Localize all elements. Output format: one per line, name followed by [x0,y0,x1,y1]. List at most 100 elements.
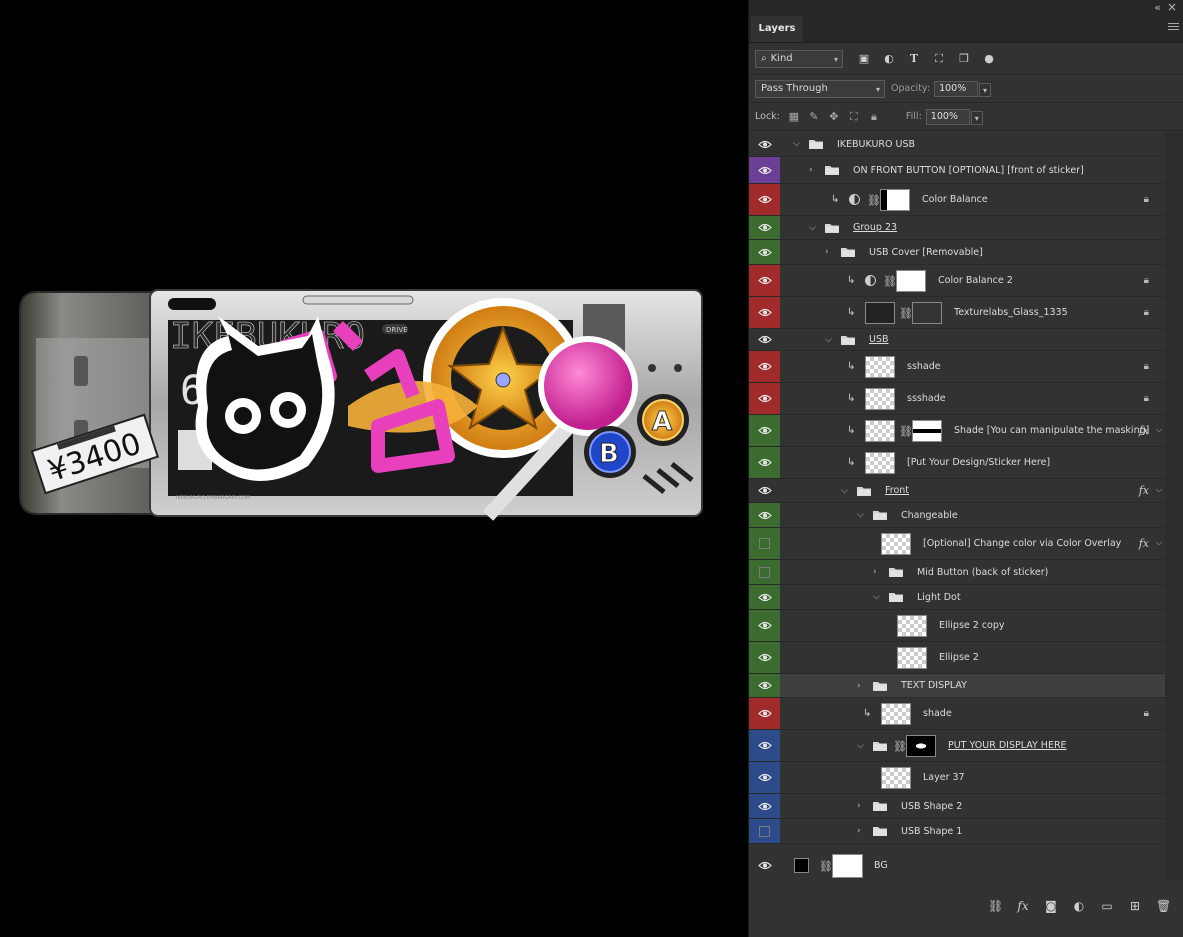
filter-toggle-icon[interactable]: ● [982,52,996,66]
layer-style-icon[interactable]: fx [1016,899,1030,913]
opacity-dropdown-icon[interactable]: ▾ [979,82,992,97]
visibility-eye-icon[interactable] [749,730,780,761]
layer-name[interactable]: Light Dot [917,585,961,609]
layer-row[interactable]: ⌵ IKEBUKURO USB [749,132,1165,157]
tab-layers[interactable]: Layers [751,16,803,42]
visibility-eye-icon[interactable] [749,415,780,446]
layer-thumbnail[interactable] [865,419,895,442]
layer-name[interactable]: PUT YOUR DISPLAY HERE [948,730,1067,761]
chevron-down-icon[interactable]: ⌵ [857,730,864,761]
mask-thumbnail[interactable] [896,269,926,292]
color-swatch[interactable] [794,857,809,873]
layer-name[interactable]: [Optional] Change color via Color Overla… [923,528,1121,559]
chevron-down-icon[interactable]: ⌵ [825,329,832,350]
layer-row[interactable]: Ellipse 2 copy [749,610,1165,642]
layer-thumbnail[interactable] [865,301,895,324]
layer-row[interactable]: ↳ shade 🔒︎ [749,698,1165,730]
document-canvas[interactable]: IKEBUKURO DRIVE 64GB IKEBUKURO.EMBARGAIN… [0,0,748,937]
layer-name[interactable]: Layer 37 [923,762,965,793]
layer-row[interactable]: › Mid Button (back of sticker) [749,560,1165,585]
chevron-right-icon[interactable]: › [857,819,861,843]
new-adjustment-icon[interactable]: ◐ [1072,899,1086,913]
layer-row[interactable]: ↳ ⛓ Color Balance 2 🔒︎ [749,265,1165,297]
layer-name[interactable]: Color Balance [922,184,988,215]
add-mask-icon[interactable]: ◙ [1044,899,1058,913]
visibility-eye-icon[interactable] [749,698,780,729]
mask-thumbnail[interactable] [880,188,910,211]
layer-effects-icon[interactable]: fx [1139,484,1149,497]
effects-chevron-icon[interactable]: ⌵ [1156,538,1162,548]
visibility-eye-icon[interactable] [749,351,780,382]
layer-row[interactable]: ⌵ Changeable [749,503,1165,528]
mask-thumbnail[interactable] [912,301,942,324]
layer-name[interactable]: Group 23 [853,216,897,239]
new-group-icon[interactable]: ▭ [1100,899,1114,913]
visibility-eye-icon[interactable] [749,265,780,296]
layer-row[interactable]: ↳ ⛓ Texturelabs_Glass_1335 🔒︎ [749,297,1165,329]
layer-name[interactable]: IKEBUKURO USB [837,132,915,156]
visibility-eye-icon[interactable] [749,610,780,641]
layer-thumbnail[interactable] [865,355,895,378]
visibility-toggle[interactable] [749,819,780,843]
visibility-eye-icon[interactable] [749,762,780,793]
layer-name[interactable]: USB Shape 1 [901,819,962,843]
layer-name[interactable]: ON FRONT BUTTON [OPTIONAL] [front of sti… [853,157,1084,183]
visibility-eye-icon[interactable] [749,447,780,478]
lock-artboard-icon[interactable]: ⛶ [848,110,860,124]
chevron-right-icon[interactable]: › [825,240,829,264]
visibility-toggle[interactable] [749,528,780,559]
close-icon[interactable]: × [1167,0,1177,14]
layer-row[interactable]: ⛓ BG [749,844,1165,888]
layer-thumbnail[interactable] [897,614,927,637]
collapse-icon[interactable]: « [1154,1,1161,14]
fill-dropdown-icon[interactable]: ▾ [970,110,983,125]
layer-row[interactable]: ↳ ⛓ Color Balance 🔒︎ [749,184,1165,216]
mask-link-icon[interactable]: ⛓ [867,194,881,207]
layer-effects-icon[interactable]: fx [1139,537,1149,550]
pixel-filter-icon[interactable]: ▣ [857,52,871,66]
layer-row[interactable]: › USB Cover [Removable] [749,240,1165,265]
effects-chevron-icon[interactable]: ⌵ [1156,425,1162,435]
layer-name[interactable]: Texturelabs_Glass_1335 [954,297,1068,328]
layers-scrollbar[interactable] [1165,132,1183,880]
layer-row[interactable]: ⌵ ⛓ PUT YOUR DISPLAY HERE [749,730,1165,762]
mask-link-icon[interactable]: ⛓ [883,275,897,288]
panel-menu-icon[interactable] [1168,23,1179,32]
layer-row[interactable]: › ON FRONT BUTTON [OPTIONAL] [front of st… [749,157,1165,184]
layer-thumbnail[interactable] [881,532,911,555]
layer-row[interactable]: ↳ ssshade 🔒︎ [749,383,1165,415]
layer-name[interactable]: USB [869,329,889,350]
layer-row[interactable]: ⌵ USB [749,329,1165,351]
layer-row[interactable]: ↳ sshade 🔒︎ [749,351,1165,383]
layer-thumbnail[interactable] [897,646,927,669]
visibility-eye-icon[interactable] [749,503,780,527]
chevron-down-icon[interactable]: ⌵ [809,216,816,239]
lock-all-icon[interactable]: 🔒︎ [868,110,880,124]
visibility-eye-icon[interactable] [749,674,780,697]
layer-row[interactable]: ⌵ Front fx ⌵ [749,479,1165,503]
chevron-down-icon[interactable]: ⌵ [857,503,864,527]
effects-chevron-icon[interactable]: ⌵ [1156,485,1162,495]
chevron-right-icon[interactable]: › [873,560,877,584]
layer-row[interactable]: ⌵ Light Dot [749,585,1165,610]
layer-row[interactable]: ↳ [Put Your Design/Sticker Here] [749,447,1165,479]
fill-input[interactable]: 100% ▾ [925,108,983,125]
mask-thumbnail[interactable] [906,734,936,757]
layer-row[interactable]: Layer 37 [749,762,1165,794]
chevron-down-icon[interactable]: ⌵ [793,132,800,156]
visibility-eye-icon[interactable] [749,329,780,350]
mask-link-icon[interactable]: ⛓ [893,740,907,753]
lock-transparent-icon[interactable]: ▦ [788,110,800,123]
mask-link-icon[interactable]: ⛓ [819,860,833,873]
layer-name[interactable]: Shade [You can manipulate the masking] [954,415,1149,446]
visibility-eye-icon[interactable] [749,240,780,264]
mask-thumbnail[interactable] [912,419,942,442]
adjustment-filter-icon[interactable]: ◐ [882,52,896,66]
layer-name[interactable]: ssshade [907,383,946,414]
visibility-eye-icon[interactable] [749,216,780,239]
visibility-toggle[interactable] [749,560,780,584]
layer-row[interactable]: Ellipse 2 [749,642,1165,674]
layer-name[interactable]: Ellipse 2 [939,642,979,673]
layer-name[interactable]: BG [874,844,888,887]
new-layer-icon[interactable]: ⊞ [1128,899,1142,913]
